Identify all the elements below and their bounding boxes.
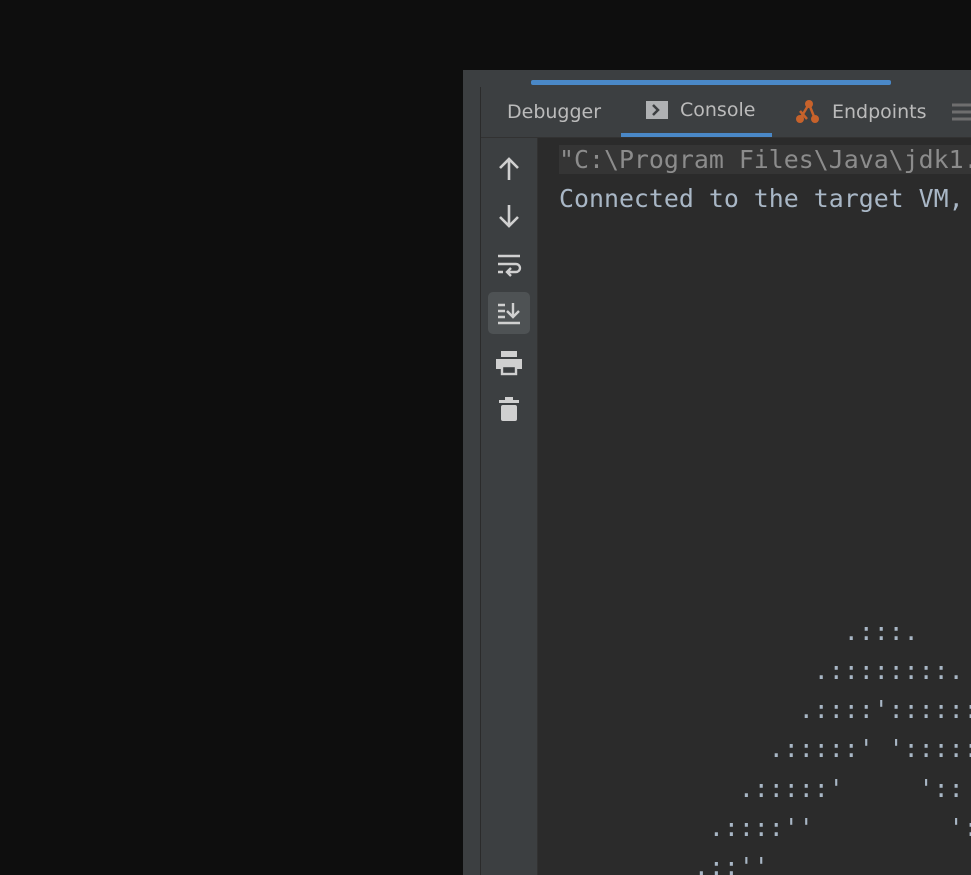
console-output[interactable]: "C:\Program Files\Java\jdk1. Connected to…	[538, 138, 971, 875]
tab-endpoints[interactable]: Endpoints	[794, 87, 926, 137]
progress-bar	[531, 80, 891, 85]
top-strip	[463, 70, 971, 87]
console-toolbar	[481, 138, 538, 875]
ascii-art-line: .::''	[559, 852, 769, 875]
left-tool-strip	[463, 87, 481, 875]
more-menu-button[interactable]	[950, 87, 971, 137]
scroll-to-end-icon	[498, 303, 520, 325]
console-icon	[646, 101, 668, 119]
ascii-art-line: .::::'::::::	[559, 695, 971, 725]
soft-wrap-button[interactable]	[488, 244, 530, 286]
ide-window: Debugger Console Endpoints "C:\Program F…	[463, 70, 971, 875]
tab-debugger[interactable]: Debugger	[507, 87, 601, 137]
arrow-up-icon	[499, 157, 519, 180]
tab-console[interactable]: Console	[621, 87, 772, 137]
endpoints-icon	[794, 99, 820, 125]
trash-icon	[499, 397, 519, 421]
print-icon	[496, 351, 522, 376]
ascii-art-line: .:::.	[559, 616, 919, 646]
ascii-art-line: .:::::' '::	[559, 773, 964, 803]
scroll-up-button[interactable]	[488, 148, 530, 190]
ascii-art-line: .::::::::.	[559, 655, 964, 685]
scroll-down-button[interactable]	[488, 195, 530, 237]
soft-wrap-icon	[498, 254, 522, 277]
scroll-to-end-button[interactable]	[488, 292, 530, 334]
menu-icon	[952, 103, 971, 121]
tab-label: Console	[680, 99, 756, 121]
debug-tab-bar: Debugger Console Endpoints	[481, 87, 971, 138]
console-text: "C:\Program Files\Java\jdk1. Connected to…	[559, 140, 971, 875]
command-line: "C:\Program Files\Java\jdk1.	[559, 145, 971, 174]
output-line: Connected to the target VM,	[559, 184, 964, 214]
ascii-art-line: .::::'' ':	[559, 813, 971, 843]
arrow-down-icon	[499, 205, 519, 228]
tab-label: Endpoints	[832, 101, 927, 123]
print-button[interactable]	[488, 342, 530, 384]
tab-label: Debugger	[507, 101, 602, 123]
clear-all-button[interactable]	[488, 388, 530, 430]
ascii-art-line: .:::::' '::::::	[559, 734, 971, 764]
